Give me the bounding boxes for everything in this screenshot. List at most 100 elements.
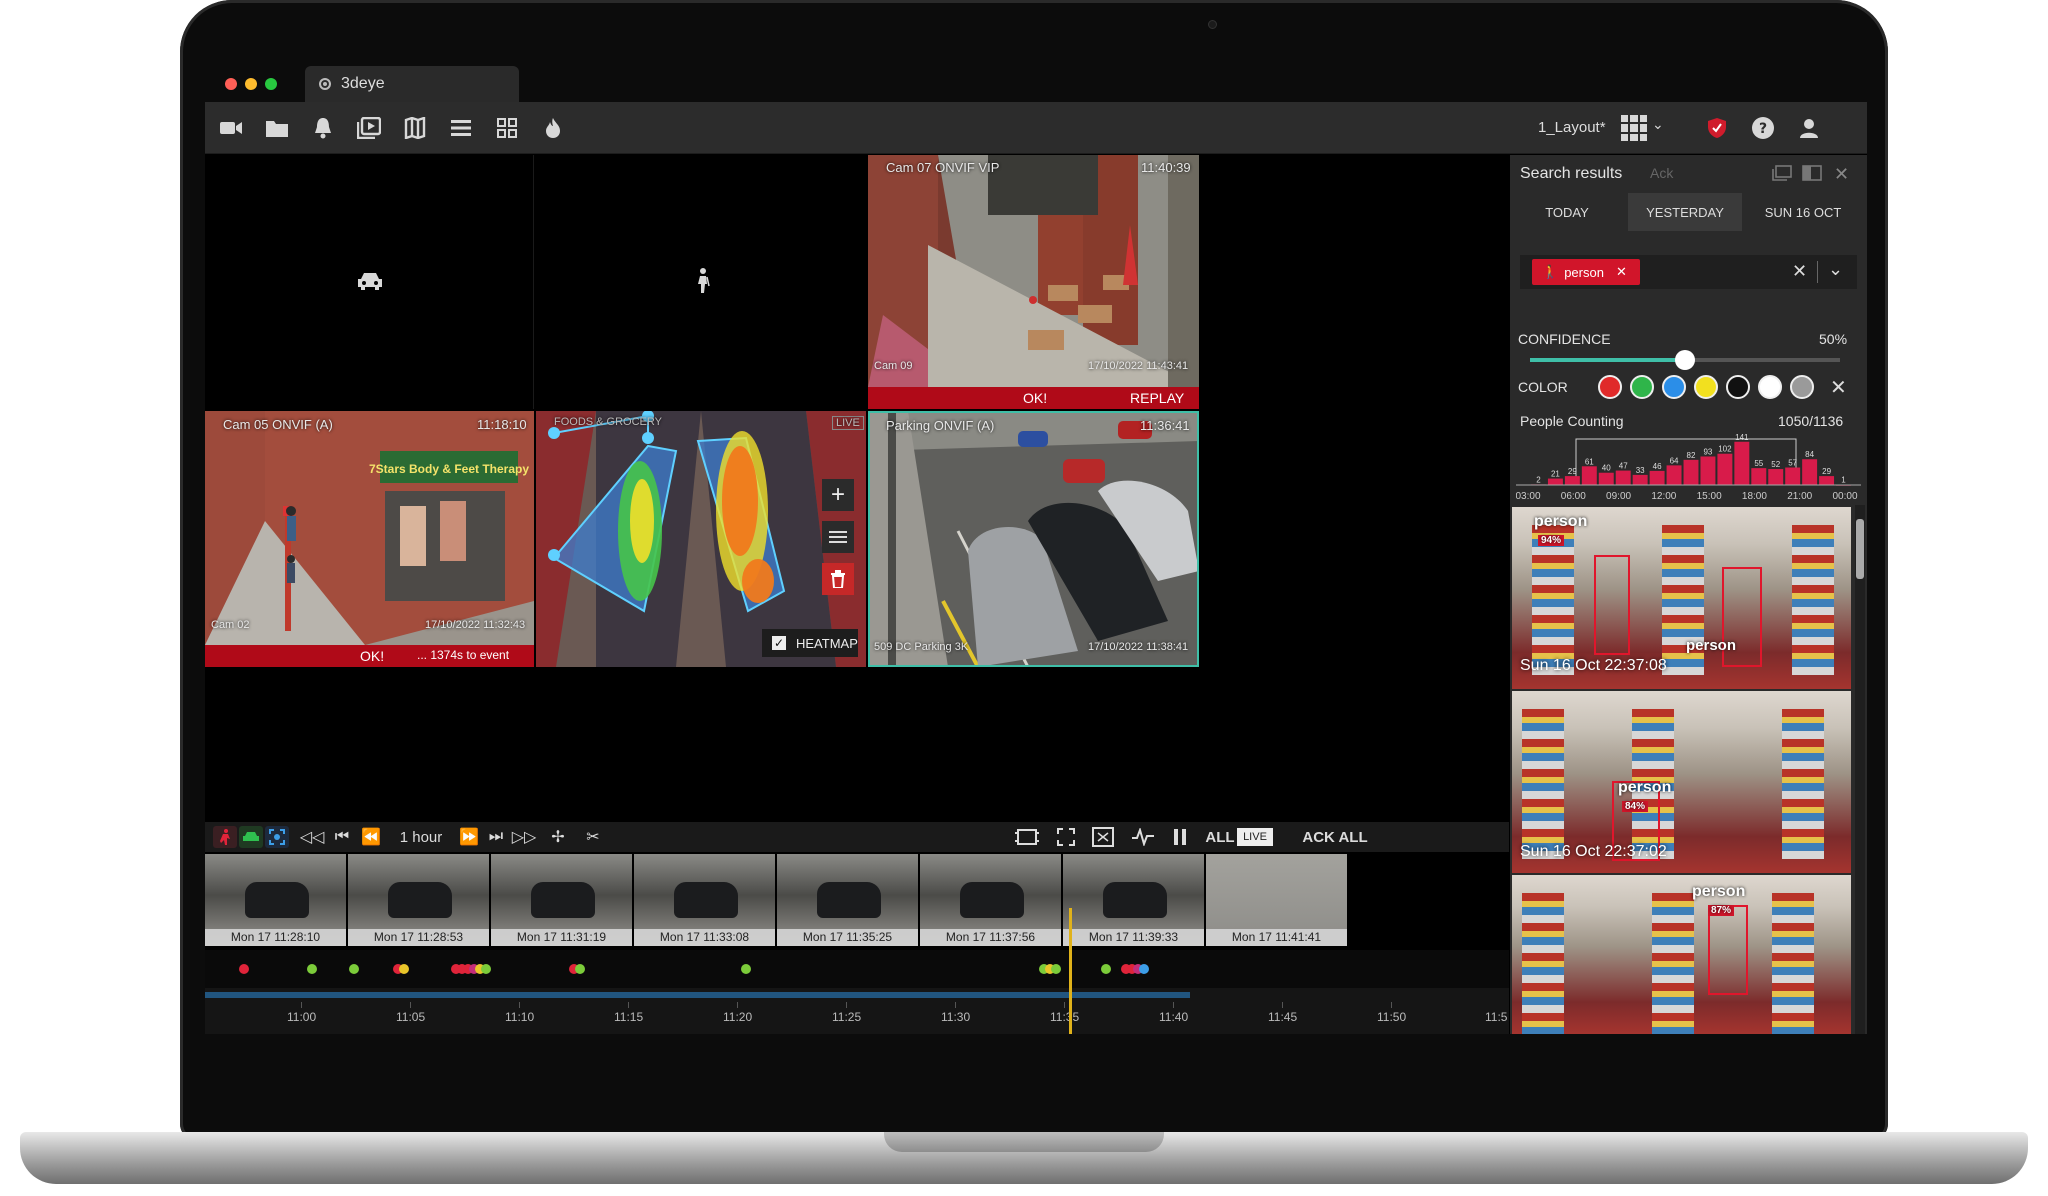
zoom-in-button[interactable]: +: [822, 479, 854, 511]
chart-bar[interactable]: [1700, 456, 1716, 485]
event-marker[interactable]: [307, 964, 317, 974]
ack-all-button[interactable]: ACK ALL: [1295, 826, 1375, 848]
maximize-window-button[interactable]: [265, 78, 277, 90]
layers-button[interactable]: [822, 521, 854, 553]
results-scrollbar[interactable]: [1855, 505, 1865, 1034]
event-thumbnail[interactable]: Mon 17 11:28:10: [205, 854, 346, 946]
event-marker[interactable]: [239, 964, 249, 974]
camera-tile-storefront[interactable]: 7Stars Body & Feet Therapy Cam 05 ONVIF …: [205, 411, 534, 667]
film-icon[interactable]: [1013, 826, 1041, 848]
skip-to-start-button[interactable]: ◁◁: [299, 826, 325, 848]
filter-vehicle-button[interactable]: [239, 826, 263, 848]
close-panel-icon[interactable]: ✕: [1834, 164, 1849, 185]
help-icon[interactable]: ?: [1749, 114, 1777, 142]
event-marker[interactable]: [481, 964, 491, 974]
clear-filter-icon[interactable]: ✕: [1792, 261, 1807, 282]
event-thumbnail[interactable]: Mon 17 11:39:33: [1063, 854, 1204, 946]
popout-icon[interactable]: [1772, 165, 1792, 186]
event-marker[interactable]: [349, 964, 359, 974]
event-marker[interactable]: [741, 964, 751, 974]
chart-bar[interactable]: [1666, 465, 1682, 485]
chart-bar[interactable]: [1547, 478, 1563, 485]
playhead[interactable]: [1069, 908, 1072, 1034]
search-result-item[interactable]: person 94% person Sun 16 Oct 22:37:08: [1512, 507, 1851, 689]
map-icon[interactable]: [401, 114, 429, 142]
color-swatch-blue[interactable]: [1662, 375, 1686, 399]
event-marker[interactable]: [1139, 964, 1149, 974]
previous-button[interactable]: ⏮: [331, 826, 353, 848]
filter-face-button[interactable]: [265, 826, 289, 848]
chart-bar[interactable]: [1564, 476, 1580, 485]
chart-bar[interactable]: [1649, 470, 1665, 485]
close-window-button[interactable]: [225, 78, 237, 90]
chart-bar[interactable]: [1785, 467, 1801, 485]
event-marker[interactable]: [1101, 964, 1111, 974]
chart-bar[interactable]: [1632, 474, 1648, 485]
pause-button[interactable]: [1169, 826, 1191, 848]
color-swatch-gray[interactable]: [1790, 375, 1814, 399]
skip-to-end-button[interactable]: ▷▷: [511, 826, 537, 848]
camera-tile-parking[interactable]: Parking ONVIF (A) 11:36:41 509 DC Parkin…: [868, 411, 1199, 667]
color-swatch-red[interactable]: [1598, 375, 1622, 399]
layout-grid-icon[interactable]: [1621, 115, 1647, 141]
chart-bar[interactable]: [1768, 469, 1784, 485]
tab-yesterday[interactable]: YESTERDAY: [1628, 193, 1742, 231]
event-thumbnail[interactable]: Mon 17 11:37:56: [920, 854, 1061, 946]
chart-bar[interactable]: [1802, 459, 1818, 485]
confidence-slider[interactable]: [1530, 350, 1840, 370]
activity-icon[interactable]: [1129, 826, 1157, 848]
chart-bar[interactable]: [1581, 466, 1597, 485]
next-button[interactable]: ⏭: [485, 826, 507, 848]
chevron-down-icon[interactable]: ⌄: [1828, 259, 1843, 280]
camera-tile-street[interactable]: Cam 07 ONVIF VIP 11:40:39 Cam 09 17/10/2…: [868, 155, 1199, 409]
chart-bar[interactable]: [1751, 468, 1767, 485]
heatmap-toggle[interactable]: ✓ HEATMAP: [762, 629, 858, 657]
fire-icon[interactable]: [539, 114, 567, 142]
camera-tile-heatmap[interactable]: FOODS & GROCERY LIVE + ✓ HEATMAP: [536, 411, 866, 667]
live-button[interactable]: LIVE: [1237, 828, 1273, 846]
replay-button[interactable]: REPLAY: [1130, 390, 1184, 406]
color-swatch-yellow[interactable]: [1694, 375, 1718, 399]
ack-tab[interactable]: Ack: [1650, 165, 1673, 181]
event-thumbnail[interactable]: Mon 17 11:31:19: [491, 854, 632, 946]
search-result-item[interactable]: person 87%: [1512, 875, 1851, 1034]
bell-icon[interactable]: [309, 114, 337, 142]
rewind-button[interactable]: ⏪: [359, 826, 383, 848]
event-thumbnail[interactable]: Mon 17 11:41:41: [1206, 854, 1347, 946]
user-icon[interactable]: [1795, 114, 1823, 142]
list-icon[interactable]: [447, 114, 475, 142]
all-button[interactable]: ALL: [1205, 826, 1235, 848]
clear-color-icon[interactable]: ✕: [1830, 375, 1847, 400]
range-selector[interactable]: 1 hour: [391, 826, 451, 848]
zoom-region-icon[interactable]: [1089, 826, 1117, 848]
split-icon[interactable]: ✢: [545, 826, 571, 848]
filter-person-button[interactable]: [213, 826, 237, 848]
layout-name[interactable]: 1_Layout*: [1538, 119, 1606, 136]
chart-bar[interactable]: [1598, 472, 1614, 485]
tab-sun-16-oct[interactable]: SUN 16 OCT: [1746, 193, 1860, 231]
event-thumbnail[interactable]: Mon 17 11:33:08: [634, 854, 775, 946]
browser-tab[interactable]: 3deye: [305, 66, 519, 102]
chart-bar[interactable]: [1717, 453, 1733, 485]
folder-icon[interactable]: [263, 114, 291, 142]
camera-tile-vehicle[interactable]: [205, 155, 534, 409]
chart-bar[interactable]: [1819, 476, 1835, 485]
shield-icon[interactable]: [1703, 114, 1731, 142]
event-marker[interactable]: [1051, 964, 1061, 974]
chevron-down-icon[interactable]: ⌄: [1652, 116, 1664, 133]
event-marker[interactable]: [575, 964, 585, 974]
search-result-item[interactable]: person 84% Sun 16 Oct 22:37:02: [1512, 691, 1851, 873]
chart-bar[interactable]: [1683, 459, 1699, 485]
video-camera-icon[interactable]: [217, 114, 245, 142]
fast-forward-button[interactable]: ⏩: [457, 826, 481, 848]
scrollbar-thumb[interactable]: [1856, 519, 1864, 579]
fullscreen-icon[interactable]: [1053, 826, 1079, 848]
scissors-icon[interactable]: ✂: [581, 826, 605, 848]
delete-zone-button[interactable]: [822, 563, 854, 595]
event-thumbnail[interactable]: Mon 17 11:35:25: [777, 854, 918, 946]
video-library-icon[interactable]: [355, 114, 383, 142]
color-swatch-black[interactable]: [1726, 375, 1750, 399]
remove-tag-icon[interactable]: ✕: [1616, 264, 1627, 280]
chart-bar[interactable]: [1734, 441, 1750, 485]
dock-panel-icon[interactable]: [1802, 165, 1822, 186]
